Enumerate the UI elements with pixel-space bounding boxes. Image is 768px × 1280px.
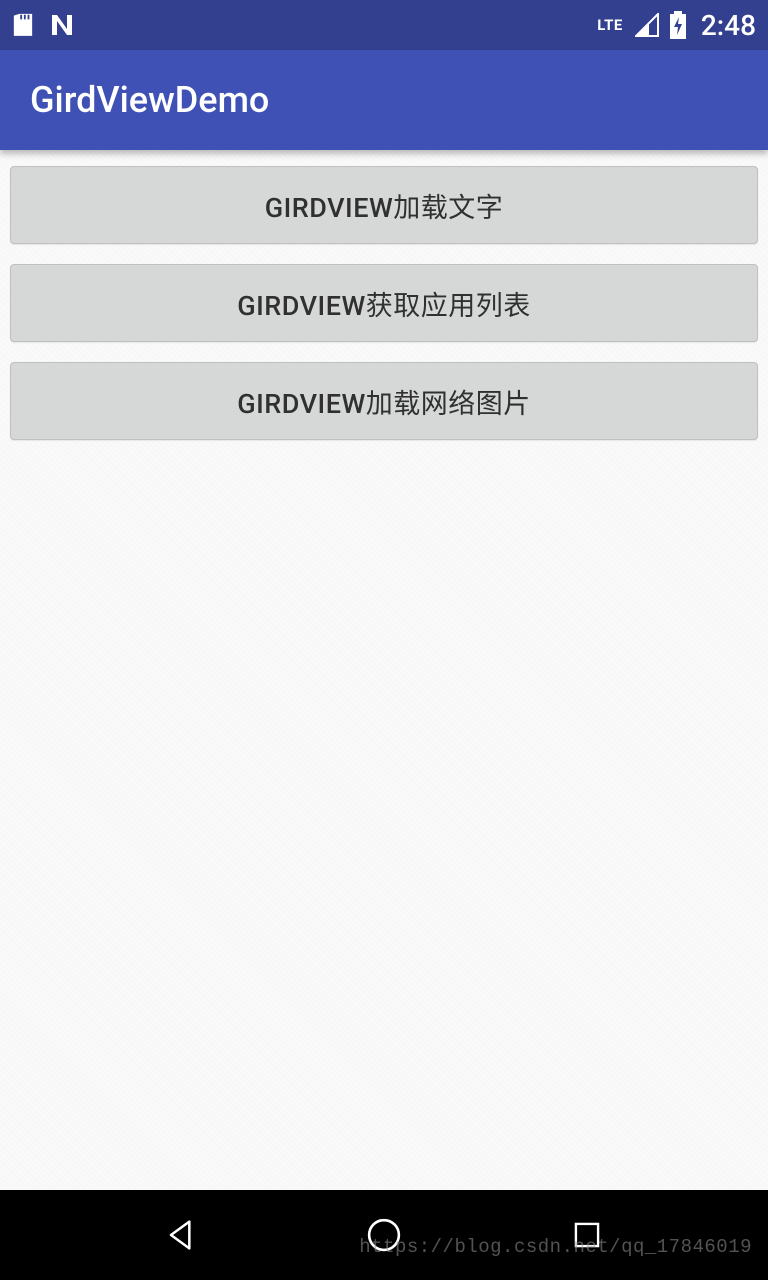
- signal-icon: [635, 13, 659, 37]
- status-clock: 2:48: [701, 9, 756, 42]
- status-left: [12, 11, 76, 39]
- app-title: GirdViewDemo: [30, 79, 269, 121]
- status-bar: LTE 2:48: [0, 0, 768, 50]
- button-label: GIRDVIEW获取应用列表: [237, 284, 530, 323]
- back-button[interactable]: [157, 1211, 205, 1259]
- watermark-text: https://blog.csdn.net/qq_17846019: [359, 1236, 752, 1258]
- battery-charging-icon: [669, 11, 687, 39]
- button-label: GIRDVIEW加载网络图片: [237, 382, 530, 421]
- main-content: GIRDVIEW加载文字 GIRDVIEW获取应用列表 GIRDVIEW加载网络…: [0, 150, 768, 1190]
- button-label: GIRDVIEW加载文字: [265, 186, 503, 225]
- sd-card-icon: [12, 12, 34, 38]
- gridview-get-app-list-button[interactable]: GIRDVIEW获取应用列表: [10, 264, 758, 342]
- network-type-label: LTE: [597, 16, 623, 34]
- app-bar: GirdViewDemo: [0, 50, 768, 150]
- status-right: LTE 2:48: [597, 9, 756, 42]
- gridview-load-text-button[interactable]: GIRDVIEW加载文字: [10, 166, 758, 244]
- android-n-icon: [48, 11, 76, 39]
- gridview-load-network-image-button[interactable]: GIRDVIEW加载网络图片: [10, 362, 758, 440]
- navigation-bar: [0, 1190, 768, 1280]
